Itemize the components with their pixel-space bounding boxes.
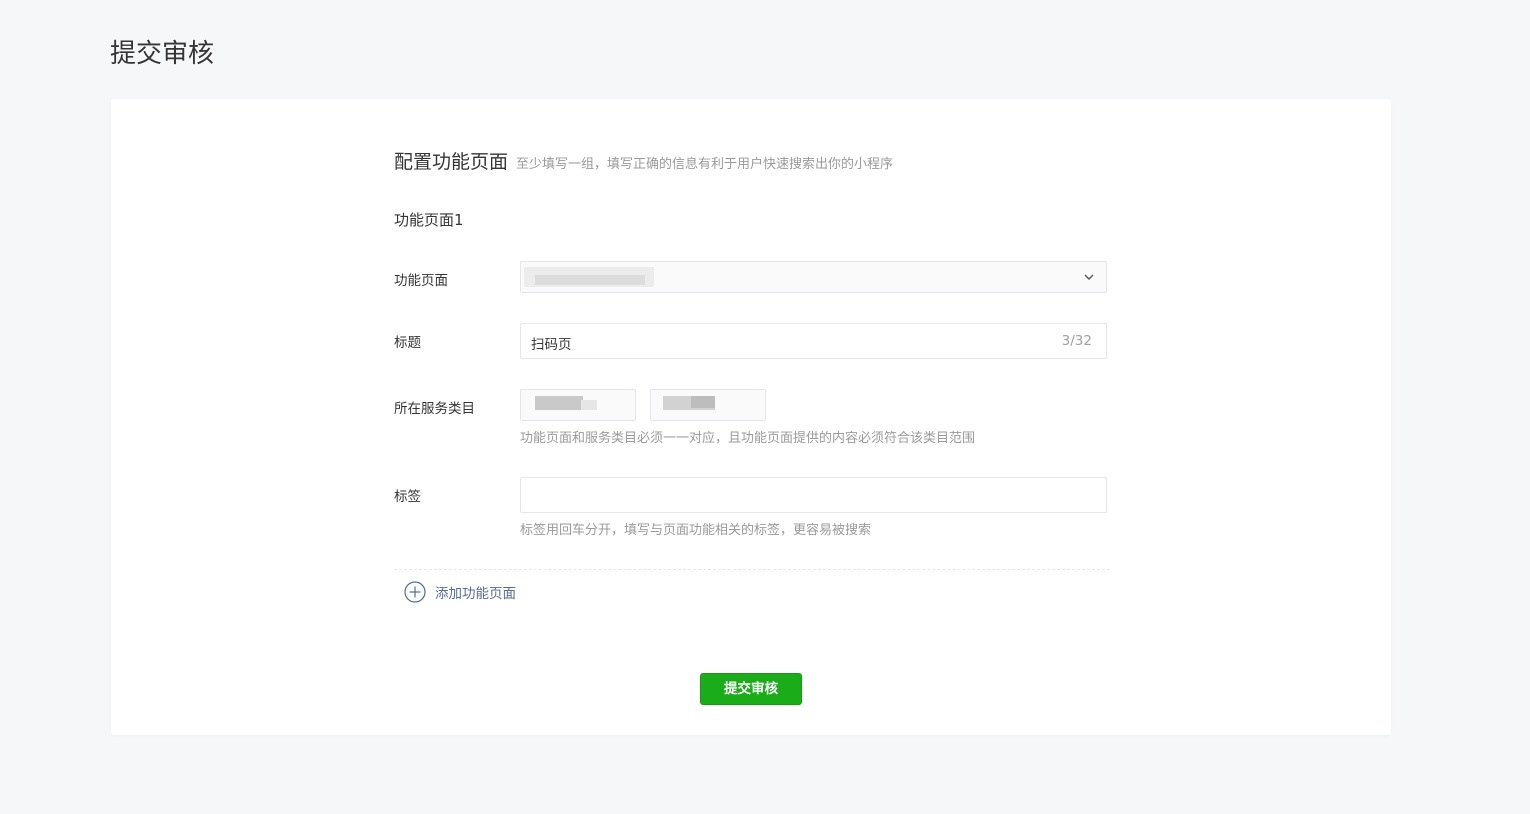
group-title: 功能页面1 [394,211,464,229]
title-input[interactable]: 扫码页 3/32 [520,323,1107,359]
tag-input-label: 标签 [394,489,421,505]
page-select[interactable] [520,261,1107,293]
add-page-label: 添加功能页面 [435,586,516,602]
redacted-category [535,396,583,410]
divider [394,569,1110,570]
category-label: 所在服务类目 [394,401,475,417]
add-page-button[interactable]: 添加功能页面 [404,581,516,603]
plus-circle-icon [404,581,426,603]
page-select-label: 功能页面 [394,273,448,289]
redacted-category-detail [581,400,597,410]
redacted-subcategory-detail [691,396,715,408]
category-select-primary[interactable] [520,389,636,421]
section-description: 至少填写一组，填写正确的信息有利于用户快速搜索出你的小程序 [516,157,894,172]
section-title: 配置功能页面 [394,151,509,173]
redacted-value-detail [535,275,645,285]
tag-input[interactable] [520,477,1107,513]
tag-hint: 标签用回车分开，填写与页面功能相关的标签，更容易被搜索 [520,523,872,538]
title-char-counter: 3/32 [1061,333,1092,349]
section-header: 配置功能页面 至少填写一组，填写正确的信息有利于用户快速搜索出你的小程序 [394,147,893,174]
title-input-label: 标题 [394,335,421,351]
page-title: 提交审核 [110,39,215,69]
chevron-down-icon [1084,274,1094,280]
category-hint: 功能页面和服务类目必须一一对应，且功能页面提供的内容必须符合该类目范围 [520,431,976,446]
title-input-value: 扫码页 [531,337,572,353]
form-card: 配置功能页面 至少填写一组，填写正确的信息有利于用户快速搜索出你的小程序 功能页面… [111,99,1391,735]
category-select-secondary[interactable] [650,389,766,421]
submit-review-button[interactable]: 提交审核 [700,673,802,705]
